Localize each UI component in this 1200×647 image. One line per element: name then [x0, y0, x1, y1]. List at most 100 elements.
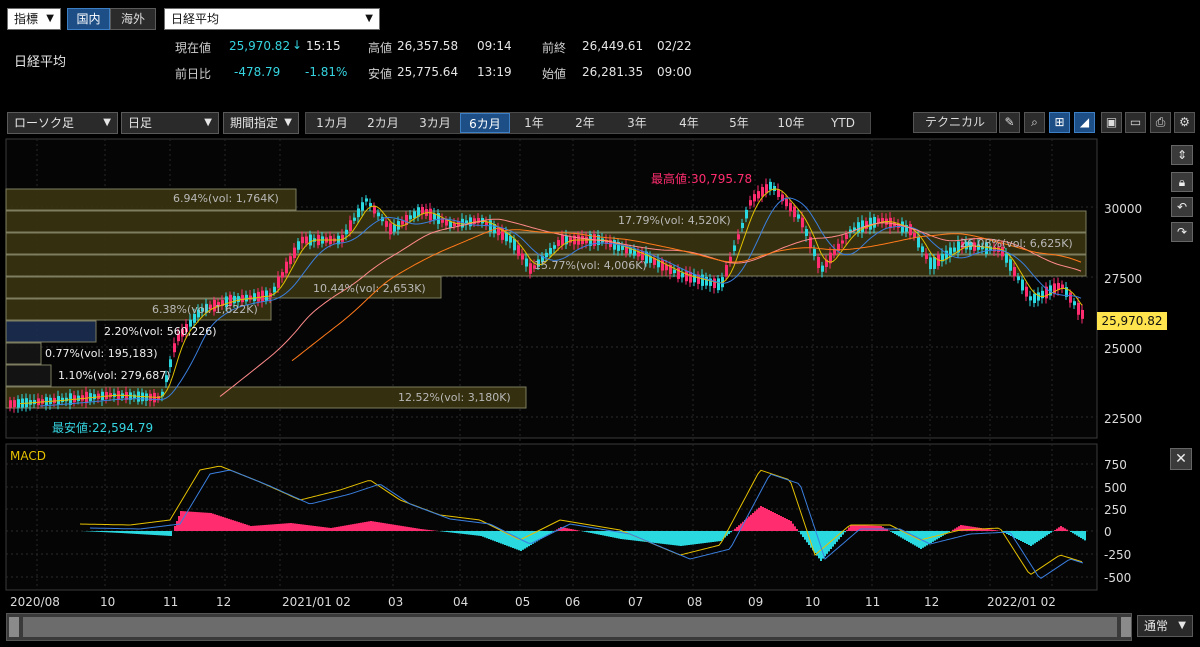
volume-profile-label: 6.94%(vol: 1,764K) — [173, 192, 279, 205]
undo-icon[interactable]: ↶ — [1171, 197, 1193, 217]
time-tick: 11 — [163, 595, 179, 609]
current-label: 現在値 — [175, 41, 212, 55]
gear-icon[interactable]: ⚙ — [1174, 112, 1195, 133]
time-tick: 2021/01 02 — [282, 595, 351, 609]
macd-tick: -500 — [1104, 571, 1132, 585]
time-tick: 08 — [687, 595, 703, 609]
navigator-window[interactable] — [23, 617, 1117, 637]
volume-profile-bar — [5, 342, 42, 365]
volume-profile-label: 0.77%(vol: 195,183) — [45, 347, 158, 360]
chevron-down-icon: ▼ — [46, 13, 54, 24]
chevron-down-icon: ▼ — [103, 117, 111, 128]
high-value: 26,357.58 — [397, 39, 459, 53]
period-10y[interactable]: 10年 — [768, 113, 814, 133]
period-3y[interactable]: 3年 — [614, 113, 660, 133]
price-tick: 27500 — [1104, 272, 1143, 286]
volume-profile-label: 17.79%(vol: 4,520K) — [618, 214, 731, 227]
symbol-select[interactable]: 日経平均 ▼ — [164, 8, 380, 30]
candle-icon[interactable]: ⊞ — [1049, 112, 1070, 133]
change-label: 前日比 — [175, 67, 212, 81]
lock-icon[interactable]: 🔒︎ — [1171, 172, 1193, 192]
time-tick: 12 — [924, 595, 940, 609]
time-tick: 11 — [865, 595, 881, 609]
zoom-icon[interactable]: ⌕ — [1024, 112, 1045, 133]
time-tick: 06 — [565, 595, 581, 609]
time-tick: 2022/01 02 — [987, 595, 1056, 609]
low-value: 25,775.64 — [397, 65, 459, 79]
tab-domestic[interactable]: 国内 — [67, 8, 110, 30]
type-select-value: 指標 — [14, 12, 39, 26]
navigator-handle-right[interactable] — [1121, 617, 1131, 637]
folder-icon[interactable]: ▭ — [1125, 112, 1146, 133]
pencil-icon[interactable]: ✎ — [999, 112, 1020, 133]
time-tick: 03 — [388, 595, 404, 609]
period-ytd[interactable]: YTD — [820, 113, 866, 133]
chevron-down-icon: ▼ — [284, 117, 292, 128]
time-tick: 04 — [453, 595, 469, 609]
open-value: 26,281.35 — [582, 65, 644, 79]
chevron-down-icon: ▼ — [1178, 620, 1186, 631]
prev-close-label: 前終 — [542, 41, 567, 55]
open-label: 始値 — [542, 67, 567, 81]
volume-profile-label: 15.77%(vol: 4,006K) — [534, 259, 647, 272]
time-tick: 09 — [748, 595, 764, 609]
macd-tick: 250 — [1104, 503, 1127, 517]
time-tick: 07 — [628, 595, 644, 609]
low-time: 13:19 — [477, 65, 512, 79]
mode-select-value: 通常 — [1144, 619, 1169, 633]
navigator-bar[interactable] — [6, 613, 1132, 641]
area-chart-icon[interactable]: ◢ — [1074, 112, 1095, 133]
volume-profile-label: 2.20%(vol: 560,226) — [104, 325, 217, 338]
period-2y[interactable]: 2年 — [562, 113, 608, 133]
down-arrow-icon: ↓ — [292, 38, 303, 52]
mode-select[interactable]: 通常 ▼ — [1137, 615, 1193, 637]
period-1m[interactable]: 1カ月 — [308, 113, 356, 133]
change-pct: -1.81% — [305, 65, 348, 79]
period-2m[interactable]: 2カ月 — [358, 113, 408, 133]
period-1y[interactable]: 1年 — [512, 113, 556, 133]
macd-tick: -250 — [1104, 548, 1132, 562]
time-tick: 2020/08 — [10, 595, 60, 609]
time-tick: 10 — [805, 595, 821, 609]
high-time: 09:14 — [477, 39, 512, 53]
range-mode-select[interactable]: 期間指定 ▼ — [223, 112, 299, 134]
volume-profile-label: 6.38%(vol: 1,622K) — [152, 303, 258, 316]
range-mode-value: 期間指定 — [230, 116, 279, 130]
fit-vertical-icon[interactable]: ⇕ — [1171, 145, 1193, 165]
low-label: 安値 — [368, 67, 393, 81]
change-value: -478.79 — [234, 65, 281, 79]
tab-overseas[interactable]: 海外 — [110, 8, 156, 30]
macd-tick: 750 — [1104, 458, 1127, 472]
high-label: 高値 — [368, 41, 393, 55]
close-icon[interactable]: ✕ — [1170, 448, 1192, 470]
prev-close-date: 02/22 — [657, 39, 692, 53]
current-value: 25,970.82 — [229, 39, 291, 53]
volume-profile-label: 1.10%(vol: 279,687) — [58, 369, 171, 382]
period-3m[interactable]: 3カ月 — [410, 113, 460, 133]
high-annotation: 最高値:30,795.78 — [651, 172, 753, 186]
type-select[interactable]: 指標 ▼ — [7, 8, 61, 30]
navigator-handle-left[interactable] — [9, 617, 19, 637]
chevron-down-icon: ▼ — [365, 13, 373, 24]
price-chart[interactable] — [0, 138, 1200, 613]
period-6m[interactable]: 6カ月 — [460, 113, 510, 133]
symbol-select-value: 日経平均 — [171, 12, 220, 26]
volume-profile-label: 26.08%(vol: 6,625K) — [960, 237, 1073, 250]
chart-type-select[interactable]: ローソク足 ▼ — [7, 112, 118, 134]
current-time: 15:15 — [306, 39, 341, 53]
last-price-tag: 25,970.82 — [1097, 312, 1167, 330]
low-annotation: 最安値:22,594.79 — [52, 421, 154, 435]
interval-select[interactable]: 日足 ▼ — [121, 112, 219, 134]
chart-type-value: ローソク足 — [14, 116, 75, 130]
interval-value: 日足 — [128, 116, 153, 130]
redo-icon[interactable]: ↷ — [1171, 222, 1193, 242]
open-time: 09:00 — [657, 65, 692, 79]
save-icon[interactable]: ▣ — [1101, 112, 1122, 133]
period-4y[interactable]: 4年 — [666, 113, 712, 133]
chevron-down-icon: ▼ — [204, 117, 212, 128]
print-icon[interactable]: ⎙ — [1150, 112, 1171, 133]
period-5y[interactable]: 5年 — [716, 113, 762, 133]
time-tick: 12 — [216, 595, 232, 609]
technical-button[interactable]: テクニカル — [913, 112, 997, 133]
macd-tick: 500 — [1104, 481, 1127, 495]
